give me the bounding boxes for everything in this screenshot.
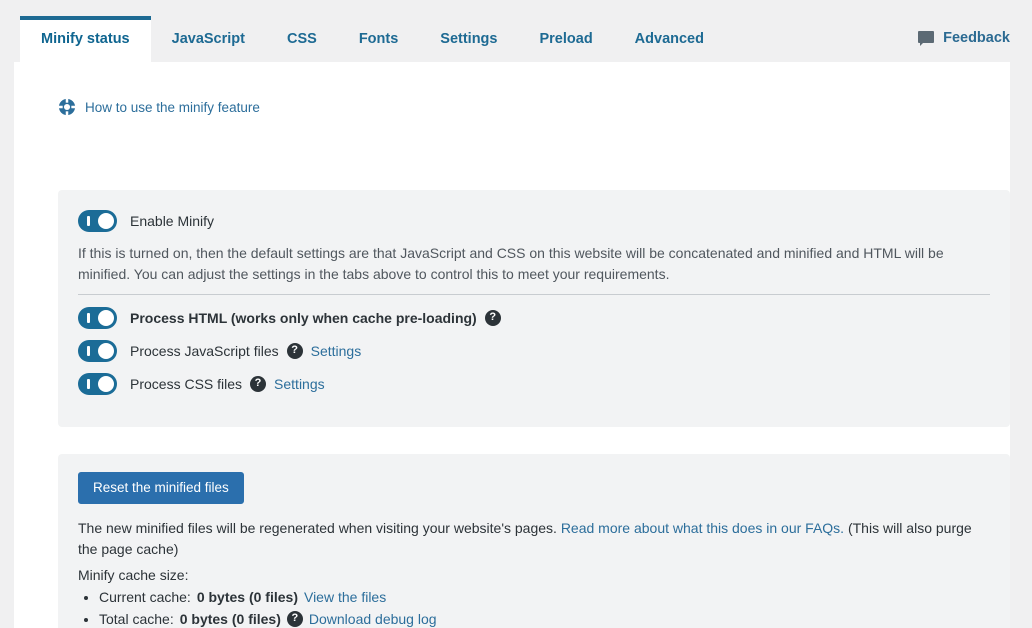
tab-label: Preload [539, 31, 593, 47]
help-icon[interactable]: ? [286, 343, 303, 359]
process-javascript-label: Process JavaScript files [130, 343, 279, 359]
tab-list: Minify status JavaScript CSS Fonts Setti… [20, 0, 725, 62]
process-html-label: Process HTML (works only when cache pre-… [130, 310, 477, 326]
reset-minified-files-card: Reset the minified files The new minifie… [58, 454, 1010, 628]
download-debug-log-link[interactable]: Download debug log [309, 608, 437, 628]
tab-preload[interactable]: Preload [518, 16, 613, 62]
enable-minify-toggle[interactable] [78, 210, 117, 232]
how-to-use-link[interactable]: How to use the minify feature [58, 98, 260, 116]
process-css-row: Process CSS files ? Settings [78, 373, 325, 395]
life-ring-icon [58, 98, 76, 116]
how-to-use-label: How to use the minify feature [85, 99, 260, 115]
process-html-toggle[interactable] [78, 307, 117, 329]
reset-description-before: The new minified files will be regenerat… [78, 520, 561, 536]
tab-label: CSS [286, 31, 317, 47]
tab-label: Minify status [41, 31, 130, 47]
feedback-button[interactable]: Feedback [918, 16, 1010, 62]
content-area: How to use the minify feature Enable Min… [14, 62, 1010, 628]
total-cache-value: 0 bytes (0 files) [179, 611, 281, 627]
tab-minify-status[interactable]: Minify status [20, 16, 151, 62]
page-root: Minify status JavaScript CSS Fonts Setti… [0, 0, 1032, 628]
tab-label: Fonts [358, 31, 399, 47]
process-javascript-row: Process JavaScript files ? Settings [78, 340, 361, 362]
cache-size-title: Minify cache size: [78, 567, 189, 583]
tab-label: JavaScript [171, 31, 245, 47]
help-icon[interactable]: ? [250, 376, 267, 392]
current-cache-value: 0 bytes (0 files) [196, 589, 298, 605]
card-divider [78, 294, 990, 295]
feedback-label: Feedback [943, 30, 1010, 46]
css-settings-link[interactable]: Settings [274, 376, 325, 392]
reset-minified-files-button[interactable]: Reset the minified files [78, 472, 244, 504]
comment-icon [918, 30, 935, 46]
minify-description: If this is turned on, then the default s… [78, 245, 944, 282]
help-icon[interactable]: ? [286, 611, 303, 627]
current-cache-prefix: Current cache: [99, 589, 191, 605]
cache-size-list: Current cache: 0 bytes (0 files) View th… [78, 586, 437, 628]
help-icon[interactable]: ? [484, 310, 501, 326]
process-css-label: Process CSS files [130, 376, 243, 392]
list-item: Current cache: 0 bytes (0 files) View th… [99, 586, 437, 608]
tab-advanced[interactable]: Advanced [614, 16, 725, 62]
total-cache-prefix: Total cache: [99, 611, 174, 627]
reset-description: The new minified files will be regenerat… [78, 518, 978, 560]
tab-fonts[interactable]: Fonts [338, 16, 419, 62]
faq-link[interactable]: Read more about what this does in our FA… [561, 520, 844, 536]
tab-label: Settings [440, 31, 498, 47]
view-the-files-link[interactable]: View the files [304, 586, 386, 608]
enable-minify-row: Enable Minify [78, 210, 214, 232]
enable-minify-label: Enable Minify [130, 213, 215, 229]
tab-settings[interactable]: Settings [419, 16, 518, 62]
process-javascript-toggle[interactable] [78, 340, 117, 362]
tab-javascript[interactable]: JavaScript [151, 16, 266, 62]
tab-label: Advanced [634, 31, 704, 47]
tab-bar: Minify status JavaScript CSS Fonts Setti… [0, 0, 1032, 62]
minify-settings-card: Enable Minify If this is turned on, then… [58, 190, 1010, 427]
process-css-toggle[interactable] [78, 373, 117, 395]
process-html-row: Process HTML (works only when cache pre-… [78, 307, 501, 329]
javascript-settings-link[interactable]: Settings [311, 343, 362, 359]
list-item: Total cache: 0 bytes (0 files) ? Downloa… [99, 608, 437, 628]
tab-css[interactable]: CSS [266, 16, 338, 62]
